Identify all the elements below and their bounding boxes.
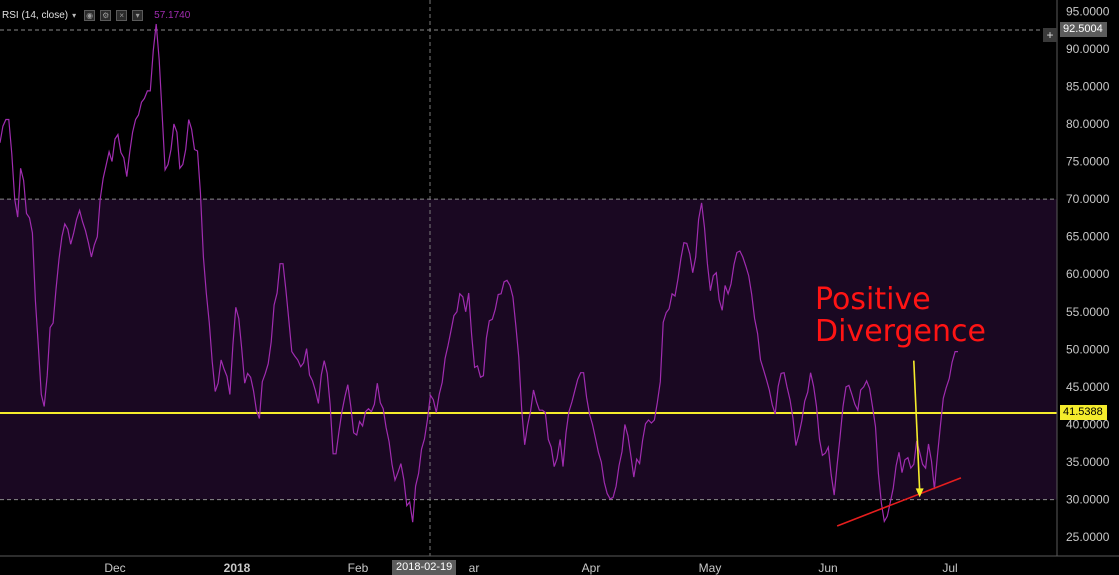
- indicator-value: 57.1740: [154, 9, 191, 21]
- add-alert-plus-button[interactable]: +: [1043, 28, 1057, 42]
- crosshair-date-label: 2018-02-19: [392, 560, 457, 575]
- time-axis[interactable]: [0, 556, 1057, 575]
- x-tick-label: Jul: [942, 561, 957, 575]
- y-tick-label: 30.0000: [1066, 493, 1110, 507]
- indicator-title[interactable]: RSI (14, close): [2, 10, 68, 21]
- x-tick-label: Dec: [104, 561, 125, 575]
- x-tick-label: Feb: [348, 561, 369, 575]
- y-tick-label: 60.0000: [1066, 267, 1110, 281]
- y-tick-label: 50.0000: [1066, 342, 1110, 356]
- y-tick-label: 80.0000: [1066, 117, 1110, 131]
- eye-icon[interactable]: ◉: [84, 9, 96, 21]
- y-tick-label: 75.0000: [1066, 155, 1110, 169]
- y-tick-label: 70.0000: [1066, 192, 1110, 206]
- settings-icon[interactable]: ⚙: [100, 9, 112, 21]
- y-tick-label: 45.0000: [1066, 380, 1110, 394]
- y-tick-label: 90.0000: [1066, 42, 1110, 56]
- more-icon[interactable]: ▾: [132, 9, 144, 21]
- close-icon[interactable]: ×: [116, 9, 128, 21]
- y-tick-label: 65.0000: [1066, 230, 1110, 244]
- positive-divergence-annotation[interactable]: Positive Divergence: [815, 284, 1035, 348]
- y-tick-label: 85.0000: [1066, 79, 1110, 93]
- indicator-legend: RSI (14, close) ▾ ◉ ⚙ × ▾ 57.1740: [2, 8, 190, 22]
- indicator-menu-caret-icon[interactable]: ▾: [72, 11, 76, 20]
- x-tick-label: Jun: [818, 561, 837, 575]
- y-axis-tick-labels: 95.0000 90.0000 85.0000 80.0000 75.0000 70.00…: [1066, 4, 1110, 544]
- support-line-price-label: 41.5388: [1060, 404, 1107, 420]
- y-tick-label: 55.0000: [1066, 305, 1110, 319]
- x-tick-label: Apr: [582, 561, 601, 575]
- y-tick-label: 35.0000: [1066, 455, 1110, 469]
- y-tick-label: 95.0000: [1066, 4, 1110, 18]
- x-tick-label: ar: [469, 561, 480, 575]
- annotation-line-1: Positive: [815, 282, 931, 317]
- annotation-line-2: Divergence: [815, 314, 986, 349]
- x-tick-label: May: [699, 561, 722, 575]
- x-tick-label: 2018: [224, 561, 251, 575]
- y-tick-label: 25.0000: [1066, 530, 1110, 544]
- crosshair-price-label: 92.5004: [1060, 22, 1107, 38]
